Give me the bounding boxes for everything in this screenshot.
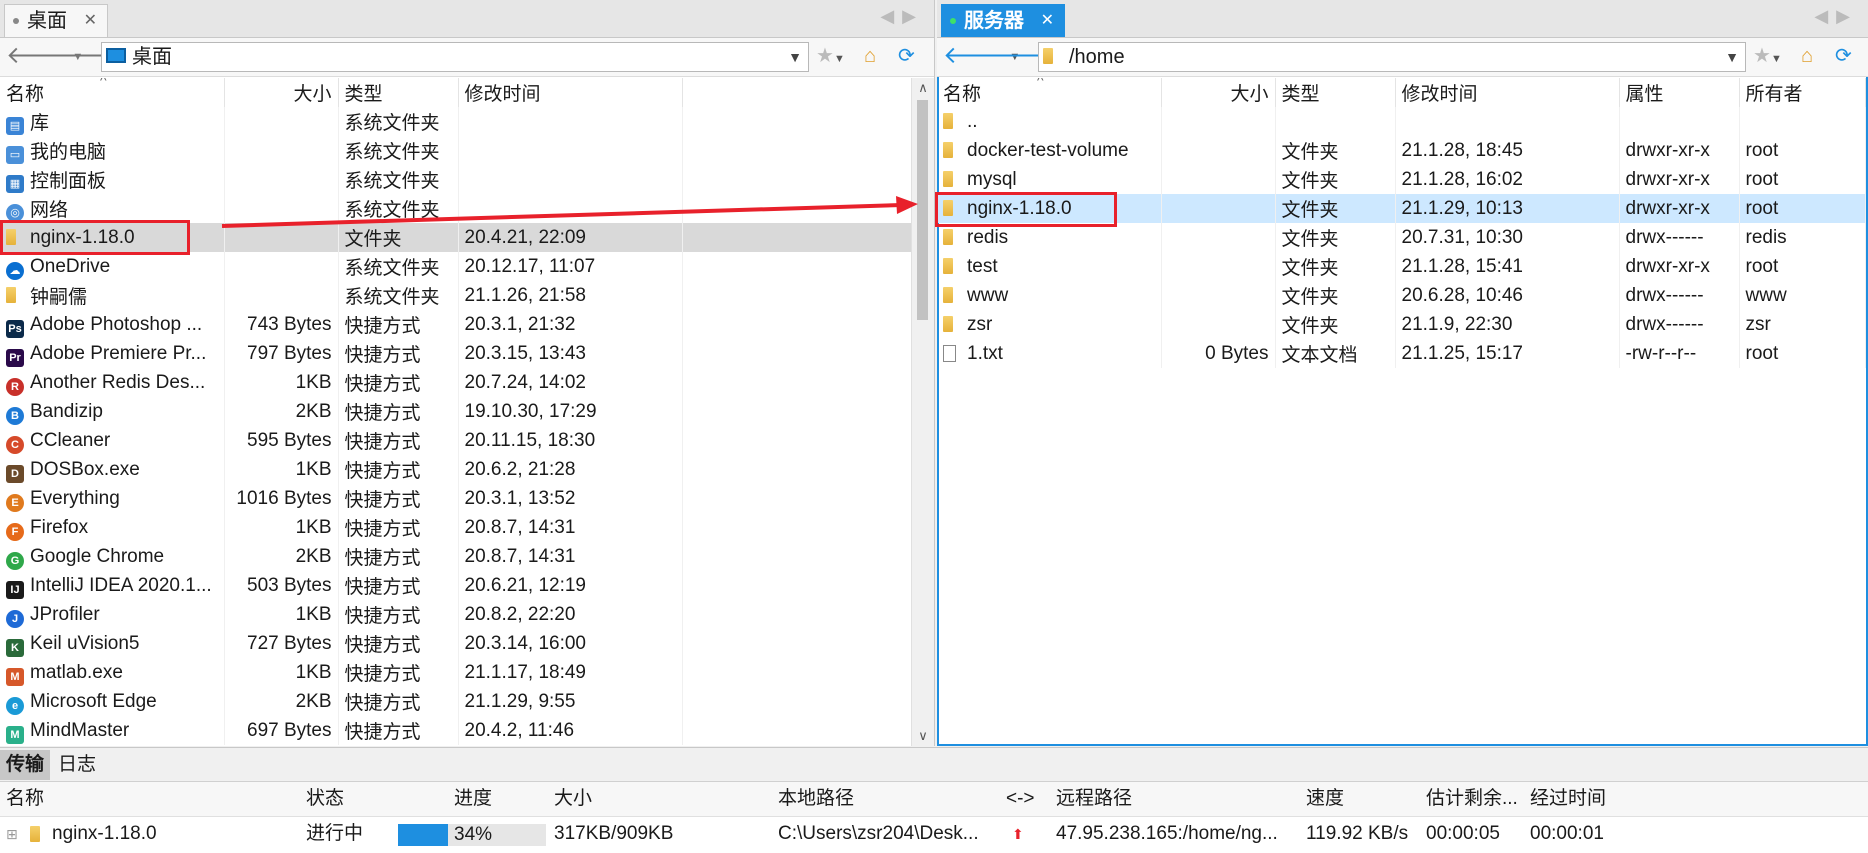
column-size[interactable]: 大小 xyxy=(554,782,592,816)
tab-transfers[interactable]: 传输 xyxy=(0,750,51,780)
expand-icon[interactable]: ⊞ xyxy=(6,817,18,851)
transfer-remote-path: 47.95.238.165:/home/ng... xyxy=(1056,823,1278,844)
column-remote-path[interactable]: 远程路径 xyxy=(1056,782,1132,816)
transfer-table-header: 名称 状态 进度 大小 本地路径 <-> 远程路径 速度 估计剩余... 经过时… xyxy=(0,782,1868,817)
progress-text: 34% xyxy=(454,824,493,845)
column-name[interactable]: 名称 xyxy=(6,782,44,816)
transfer-tabs: 传输 日志 xyxy=(0,748,1868,782)
transfer-name: nginx-1.18.0 xyxy=(52,823,157,844)
upload-arrow-icon: ⬆ xyxy=(1012,826,1024,842)
column-elapsed[interactable]: 经过时间 xyxy=(1530,782,1606,816)
column-direction[interactable]: <-> xyxy=(1006,782,1035,816)
folder-icon xyxy=(30,826,40,842)
transfer-speed: 119.92 KB/s xyxy=(1306,823,1409,844)
column-status[interactable]: 状态 xyxy=(306,782,344,816)
transfer-progress-bar: 34% xyxy=(398,824,546,846)
transfer-row[interactable]: ⊞ nginx-1.18.0 进行中 34% 317KB/909KB C:\Us… xyxy=(0,817,1868,851)
tab-log[interactable]: 日志 xyxy=(52,750,102,780)
transfer-eta: 00:00:05 xyxy=(1426,823,1500,844)
drag-arrow-line xyxy=(221,203,903,228)
transfer-panel: 传输 日志 名称 状态 进度 大小 本地路径 <-> 远程路径 速度 估计剩余.… xyxy=(0,747,1868,853)
column-local-path[interactable]: 本地路径 xyxy=(778,782,854,816)
transfer-size: 317KB/909KB xyxy=(554,823,674,844)
transfer-elapsed: 00:00:01 xyxy=(1530,823,1604,844)
transfer-status: 进行中 xyxy=(306,823,364,844)
column-progress[interactable]: 进度 xyxy=(454,782,492,816)
column-speed[interactable]: 速度 xyxy=(1306,782,1344,816)
drag-arrow-head xyxy=(896,196,918,214)
drag-arrow-overlay xyxy=(221,196,918,228)
transfer-local-path: C:\Users\zsr204\Desk... xyxy=(778,823,979,844)
progress-fill xyxy=(398,824,449,846)
column-eta[interactable]: 估计剩余... xyxy=(1426,782,1518,816)
